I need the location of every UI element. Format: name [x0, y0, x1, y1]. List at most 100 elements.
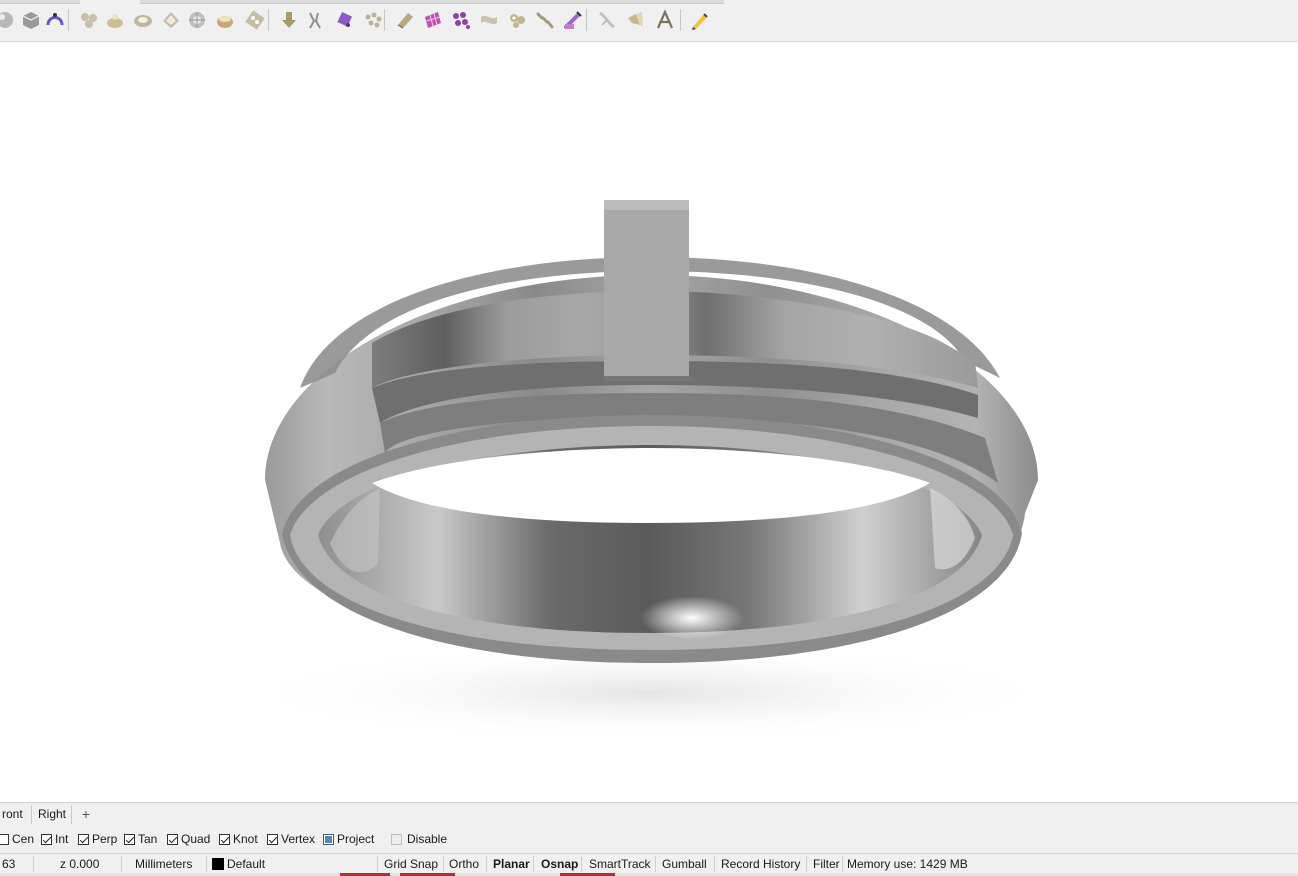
chain-link-icon-glyph — [536, 12, 554, 29]
sphere-partial-icon-glyph — [0, 12, 13, 28]
layer-selector[interactable]: Default — [212, 854, 265, 874]
extrude-bar-icon[interactable] — [392, 6, 418, 34]
pave-scatter-icon[interactable] — [360, 6, 386, 34]
osnap-label: Knot — [233, 832, 258, 846]
osnap-checkbox[interactable] — [167, 833, 178, 845]
pencil-icon-glyph — [692, 13, 708, 30]
osnap-checkbox[interactable] — [219, 833, 230, 845]
bezel-icon[interactable] — [130, 6, 156, 34]
pencil-icon[interactable] — [686, 6, 712, 34]
status-divider — [842, 856, 843, 872]
status-divider — [206, 856, 207, 872]
cutter-icon[interactable] — [332, 6, 358, 34]
drop-arrow-icon-glyph — [282, 12, 296, 28]
loupe-curve-icon-glyph — [599, 11, 615, 29]
grid-snap-button[interactable]: Grid Snap — [384, 854, 438, 874]
status-divider — [806, 856, 807, 872]
status-divider — [581, 856, 582, 872]
toolbar-separator — [586, 9, 587, 31]
wand-purple-icon-glyph — [564, 11, 582, 29]
pear-gem-icon-glyph — [163, 12, 179, 28]
cutter-icon-glyph — [337, 12, 353, 27]
text-a-icon[interactable] — [652, 6, 678, 34]
ring-setting-icon-glyph — [107, 14, 123, 28]
gear-cluster-icon[interactable] — [504, 6, 530, 34]
tab-right[interactable]: Right — [34, 805, 72, 824]
claw-prong-icon[interactable] — [302, 6, 328, 34]
smarttrack-button[interactable]: SmartTrack — [589, 854, 651, 874]
sphere-partial-icon[interactable] — [0, 6, 18, 34]
bend-arc-icon-glyph — [46, 13, 64, 26]
toolbar-separator — [268, 9, 269, 31]
filter-button[interactable]: Filter — [813, 854, 840, 874]
planar-button[interactable]: Planar — [493, 854, 530, 874]
osnap-label: Tan — [138, 832, 158, 846]
extrude-bar-icon-glyph — [397, 13, 413, 29]
gem-row-icon-glyph — [245, 10, 265, 30]
osnap-checkbox[interactable] — [391, 833, 402, 845]
wand-purple-icon[interactable] — [560, 6, 586, 34]
record-history-button[interactable]: Record History — [721, 854, 800, 874]
units-label[interactable]: Millimeters — [135, 854, 192, 874]
gem-row-icon[interactable] — [242, 6, 268, 34]
status-divider — [486, 856, 487, 872]
plus-icon[interactable]: + — [76, 805, 96, 824]
megaphone-icon-glyph — [628, 12, 643, 27]
ring-setting-icon[interactable] — [102, 6, 128, 34]
toolbar-separator — [68, 9, 69, 31]
osnap-perp[interactable]: Perp — [78, 831, 117, 847]
status-divider — [655, 856, 656, 872]
mesh-grid-icon-glyph — [425, 12, 441, 28]
layer-color-swatch — [212, 858, 224, 870]
ribbon-icon[interactable] — [476, 6, 502, 34]
toolbar-tab-strip — [0, 0, 724, 4]
osnap-knot[interactable]: Knot — [219, 831, 258, 847]
status-divider — [443, 856, 444, 872]
loupe-curve-icon[interactable] — [594, 6, 620, 34]
status-divider — [714, 856, 715, 872]
pave-scatter-icon-glyph — [365, 12, 382, 28]
cup-bezel-icon-glyph — [217, 16, 233, 28]
chain-link-icon[interactable] — [532, 6, 558, 34]
memory-usage: Memory use: 1429 MB — [847, 857, 968, 871]
mesh-grid-icon[interactable] — [420, 6, 446, 34]
osnap-checkbox[interactable] — [41, 833, 52, 845]
pear-gem-icon[interactable] — [158, 6, 184, 34]
perspective-viewport[interactable] — [0, 43, 1298, 802]
osnap-disable[interactable]: Disable — [391, 831, 447, 847]
osnap-cen[interactable]: Cen — [0, 831, 34, 847]
osnap-project[interactable]: Project — [323, 831, 374, 847]
status-divider — [121, 856, 122, 872]
osnap-vertex[interactable]: Vertex — [267, 831, 315, 847]
osnap-button[interactable]: Osnap — [541, 854, 578, 874]
toolbar-separator — [680, 9, 681, 31]
gumball-button[interactable]: Gumball — [662, 854, 707, 874]
osnap-checkbox[interactable] — [323, 833, 334, 845]
claw-prong-icon-glyph — [309, 12, 321, 29]
bead-grid-icon[interactable] — [448, 6, 474, 34]
osnap-checkbox[interactable] — [78, 833, 89, 845]
round-gem-icon-glyph — [189, 12, 205, 28]
drop-arrow-icon[interactable] — [276, 6, 302, 34]
layer-name: Default — [227, 857, 266, 871]
osnap-tan[interactable]: Tan — [124, 831, 157, 847]
box-shade-icon[interactable] — [18, 6, 44, 34]
osnap-quad[interactable]: Quad — [167, 831, 210, 847]
cup-bezel-icon[interactable] — [212, 6, 238, 34]
gem-cluster-icon[interactable] — [76, 6, 102, 34]
viewport-tabs: ront Right + — [0, 802, 1298, 825]
osnap-checkbox[interactable] — [0, 833, 9, 845]
status-divider — [33, 856, 34, 872]
osnap-checkbox[interactable] — [267, 833, 278, 845]
osnap-label: Vertex — [281, 832, 316, 846]
osnap-checkbox[interactable] — [124, 833, 135, 845]
ortho-button[interactable]: Ortho — [449, 854, 479, 874]
toolbar-active-tab[interactable] — [80, 0, 140, 4]
gem-cluster-icon-glyph — [81, 13, 97, 28]
tab-front[interactable]: ront — [0, 805, 32, 824]
status-divider — [377, 856, 378, 872]
round-gem-icon[interactable] — [184, 6, 210, 34]
megaphone-icon[interactable] — [622, 6, 648, 34]
osnap-int[interactable]: Int — [41, 831, 68, 847]
bend-arc-icon[interactable] — [42, 6, 68, 34]
